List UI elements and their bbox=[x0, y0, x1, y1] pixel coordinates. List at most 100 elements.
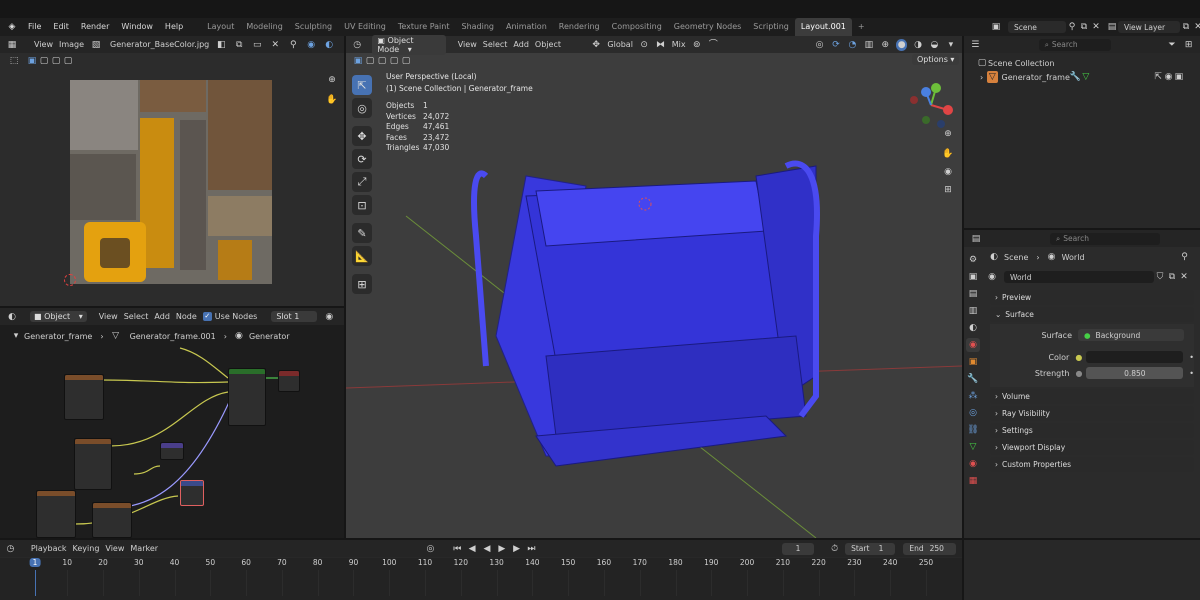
navigation-gizmo[interactable] bbox=[906, 80, 956, 130]
playback-menu[interactable]: Playback bbox=[31, 544, 67, 553]
image-overlay-icon[interactable]: ◉ bbox=[305, 39, 317, 51]
image-pin-icon[interactable]: ⚲ bbox=[287, 39, 299, 51]
scale-tool-icon[interactable]: ⤢ bbox=[352, 172, 372, 192]
section-viewport-display[interactable]: › Viewport Display bbox=[990, 440, 1194, 455]
menu-render[interactable]: Render bbox=[75, 18, 115, 36]
view-layer-field[interactable]: View Layer bbox=[1118, 21, 1180, 33]
zoom-icon[interactable]: ⊕ bbox=[326, 74, 338, 86]
world-browse-icon[interactable]: ◉ bbox=[986, 271, 998, 283]
editor-type-icon[interactable]: ▦ bbox=[6, 39, 18, 51]
node-image-texture-3[interactable] bbox=[36, 490, 76, 538]
next-key-icon[interactable]: ▶ bbox=[512, 543, 521, 555]
tab-compositing[interactable]: Compositing bbox=[606, 18, 668, 36]
scene-field[interactable]: Scene bbox=[1008, 21, 1066, 33]
outliner-item-row[interactable]: › ▽ Generator_frame 🔧 ▽ ⇱ ◉ ▣ bbox=[964, 69, 1200, 83]
image-name-field[interactable]: Generator_BaseColor.jpg bbox=[110, 40, 209, 49]
annotate-tool-icon[interactable]: ✎ bbox=[352, 223, 372, 243]
node-add-menu[interactable]: Add bbox=[154, 312, 170, 321]
menu-help[interactable]: Help bbox=[159, 18, 189, 36]
node-image-texture-4[interactable] bbox=[92, 502, 132, 538]
view-layer-tab-icon[interactable]: ▥ bbox=[966, 304, 980, 318]
image-fake-user-icon[interactable]: ◧ bbox=[215, 39, 227, 51]
play-icon[interactable]: ▶ bbox=[497, 543, 506, 555]
properties-search-input[interactable]: ⌕ Search bbox=[1050, 232, 1160, 245]
tab-layout-001[interactable]: Layout.001 bbox=[794, 18, 852, 36]
node-image-texture-2[interactable] bbox=[74, 438, 112, 490]
uv-cursor-icon[interactable] bbox=[64, 274, 76, 286]
expand-arrow-icon[interactable]: › bbox=[980, 73, 983, 82]
tab-scripting[interactable]: Scripting bbox=[747, 18, 795, 36]
add-cube-tool-icon[interactable]: ⊞ bbox=[352, 274, 372, 294]
node-material-output[interactable] bbox=[278, 370, 300, 392]
current-frame-field[interactable]: 1 bbox=[781, 542, 815, 555]
world-new-icon[interactable]: ⧉ bbox=[1166, 271, 1178, 283]
surface-shader-field[interactable]: ● Background bbox=[1078, 329, 1184, 341]
color-socket-icon[interactable]: ● bbox=[1075, 353, 1082, 362]
select-tool-icon[interactable]: ⇱ bbox=[352, 75, 372, 95]
section-settings[interactable]: › Settings bbox=[990, 423, 1194, 438]
tab-geometry-nodes[interactable]: Geometry Nodes bbox=[668, 18, 747, 36]
node-principled-bsdf[interactable] bbox=[228, 368, 266, 426]
eye-icon[interactable]: ◉ bbox=[1163, 71, 1173, 83]
render-tab-icon[interactable]: ▣ bbox=[966, 270, 980, 284]
jump-start-icon[interactable]: ⏮ bbox=[453, 543, 462, 555]
output-tab-icon[interactable]: ▤ bbox=[966, 287, 980, 301]
cursor-tool-icon[interactable]: ◎ bbox=[352, 98, 372, 118]
marker-menu[interactable]: Marker bbox=[130, 544, 158, 553]
section-preview[interactable]: › Preview bbox=[990, 290, 1194, 305]
constraints-tab-icon[interactable]: ⛓ bbox=[966, 423, 980, 437]
node-editor-type-icon[interactable]: ◐ bbox=[6, 311, 18, 323]
tab-sculpting[interactable]: Sculpting bbox=[289, 18, 338, 36]
modifier-icon[interactable]: 🔧 bbox=[1070, 71, 1081, 83]
properties-pin-icon[interactable]: ⚲ bbox=[1179, 251, 1191, 263]
node-image-texture-1[interactable] bbox=[64, 374, 104, 420]
world-fake-user-icon[interactable]: ⛉ bbox=[1154, 271, 1166, 283]
end-frame-field[interactable]: End 250 bbox=[903, 542, 956, 555]
modifier-tab-icon[interactable]: 🔧 bbox=[966, 372, 980, 386]
ortho-toggle-icon[interactable]: ⊞ bbox=[942, 184, 954, 196]
scene-tab-icon[interactable]: ◐ bbox=[966, 321, 980, 335]
outliner-search-input[interactable]: ⌕ Search bbox=[1038, 38, 1111, 51]
timeline-type-icon[interactable]: ◷ bbox=[6, 543, 15, 555]
image-view-menu[interactable]: View bbox=[34, 40, 53, 49]
tab-uv-editing[interactable]: UV Editing bbox=[338, 18, 392, 36]
image-open-icon[interactable]: ▭ bbox=[251, 39, 263, 51]
select-box-icon[interactable]: ⬚ bbox=[8, 55, 20, 67]
tab-rendering[interactable]: Rendering bbox=[553, 18, 606, 36]
section-volume[interactable]: › Volume bbox=[990, 389, 1194, 404]
delete-scene-icon[interactable]: ✕ bbox=[1090, 21, 1102, 33]
texture-tab-icon[interactable]: ▦ bbox=[966, 474, 980, 488]
timeline-ruler[interactable]: 1 10 20 30 40 50 60 70 80 90 100 110 120 130 140 150 160… bbox=[0, 558, 962, 600]
menu-window[interactable]: Window bbox=[115, 18, 159, 36]
strength-socket-icon[interactable]: ● bbox=[1075, 369, 1082, 378]
camera-view-icon[interactable]: ◉ bbox=[942, 166, 954, 178]
node-select-menu[interactable]: Select bbox=[124, 312, 149, 321]
select-toggle-icon[interactable]: ⇱ bbox=[1153, 71, 1163, 83]
mesh-data-icon[interactable]: ▽ bbox=[1081, 71, 1091, 83]
viewport-zoom-icon[interactable]: ⊕ bbox=[942, 128, 954, 140]
strength-keyframe-icon[interactable]: • bbox=[1189, 369, 1194, 378]
start-frame-field[interactable]: Start 1 bbox=[845, 542, 896, 555]
tab-texture-paint[interactable]: Texture Paint bbox=[392, 18, 456, 36]
move-tool-icon[interactable]: ✥ bbox=[352, 126, 372, 146]
filter-icon[interactable]: ⏷ bbox=[1167, 39, 1178, 51]
record-icon[interactable]: ◎ bbox=[426, 543, 435, 555]
menu-edit[interactable]: Edit bbox=[47, 18, 75, 36]
image-browse-icon[interactable]: ▧ bbox=[90, 39, 102, 51]
select-mode-4-icon[interactable]: ▢ bbox=[62, 55, 74, 67]
tab-animation[interactable]: Animation bbox=[500, 18, 553, 36]
outliner-root-row[interactable]: ▢ Scene Collection bbox=[964, 53, 1200, 69]
image-close-icon[interactable]: ✕ bbox=[269, 39, 281, 51]
transform-tool-icon[interactable]: ⊡ bbox=[352, 195, 372, 215]
node-normal-map[interactable] bbox=[160, 442, 184, 460]
object-mode-select[interactable]: ■ Object ▾ bbox=[30, 311, 87, 322]
add-workspace-icon[interactable]: + bbox=[852, 18, 871, 36]
physics-tab-icon[interactable]: ◎ bbox=[966, 406, 980, 420]
outliner-type-icon[interactable]: ☰ bbox=[970, 39, 981, 51]
keying-menu[interactable]: Keying bbox=[73, 544, 100, 553]
tab-layout[interactable]: Layout bbox=[201, 18, 240, 36]
timeline-view-menu[interactable]: View bbox=[105, 544, 124, 553]
material-tab-icon[interactable]: ◉ bbox=[966, 457, 980, 471]
delete-view-layer-icon[interactable]: ✕ bbox=[1192, 21, 1200, 33]
image-image-menu[interactable]: Image bbox=[59, 40, 84, 49]
